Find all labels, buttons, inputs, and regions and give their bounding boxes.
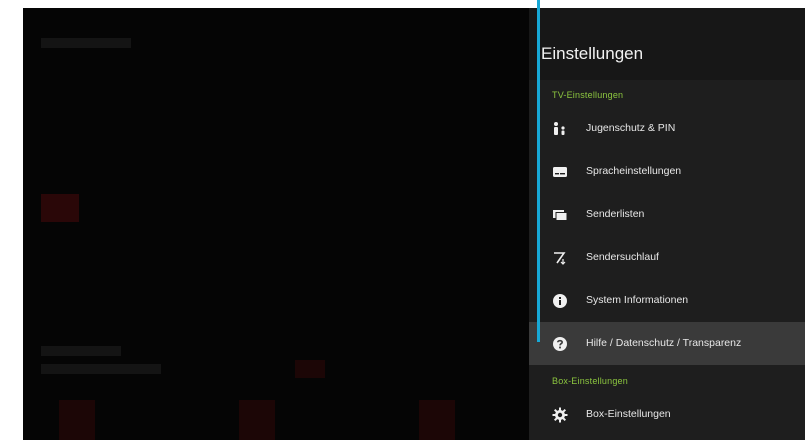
menu-item-label: Spracheinstellungen [586, 165, 682, 177]
settings-panel: Einstellungen TV-Einstellungen Jugenschu… [529, 8, 805, 440]
background-text-line [41, 364, 161, 374]
gear-icon [552, 407, 568, 423]
parental-control-icon [552, 121, 568, 137]
background-text-line [41, 38, 131, 48]
menu-item-language-settings[interactable]: Spracheinstellungen [529, 150, 805, 193]
settings-panel-header: Einstellungen [529, 8, 805, 80]
subtitles-icon [552, 164, 568, 180]
background-tile [419, 400, 455, 440]
settings-panel-title: Einstellungen [541, 44, 644, 63]
menu-item-label: System Informationen [586, 294, 689, 306]
section-label-tv-settings: TV-Einstellungen [552, 90, 624, 100]
channel-list-icon [552, 207, 568, 223]
menu-item-label: Box-Einstellungen [586, 408, 671, 420]
menu-item-system-info[interactable]: System Informationen [529, 279, 805, 322]
section-label-box-settings: Box-Einstellungen [552, 376, 628, 386]
menu-item-channel-lists[interactable]: Senderlisten [529, 193, 805, 236]
menu-item-box-settings[interactable]: Box-Einstellungen [529, 393, 805, 436]
menu-item-parental-control[interactable]: Jugenschutz & PIN [529, 107, 805, 150]
background-logo-shape [41, 194, 79, 222]
background-tile [59, 400, 95, 440]
menu-item-help-privacy[interactable]: Hilfe / Datenschutz / Transparenz [529, 322, 805, 365]
focus-indicator-line [537, 0, 540, 342]
info-icon [552, 293, 568, 309]
menu-item-label: Senderlisten [586, 208, 645, 220]
background-text-line [41, 346, 121, 356]
menu-item-label: Sendersuchlauf [586, 251, 659, 263]
menu-item-label: Jugenschutz & PIN [586, 122, 676, 134]
menu-item-label: Hilfe / Datenschutz / Transparenz [586, 337, 742, 349]
background-tile [239, 400, 275, 440]
help-icon [552, 336, 568, 352]
channel-scan-icon [552, 250, 568, 266]
menu-item-channel-scan[interactable]: Sendersuchlauf [529, 236, 805, 279]
background-tile [295, 360, 325, 378]
